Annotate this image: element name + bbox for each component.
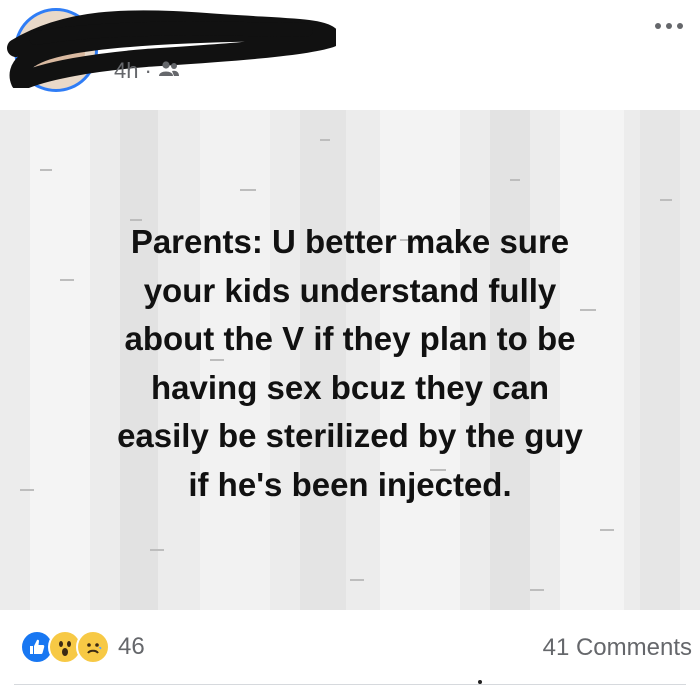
more-dot — [655, 23, 661, 29]
friends-icon[interactable] — [158, 58, 180, 84]
facebook-post: 4h · Parents: U better make sure your ki… — [0, 0, 700, 690]
comments-link[interactable]: 41 Comments — [543, 634, 692, 662]
reaction-count: 46 — [118, 633, 145, 660]
post-image[interactable]: Parents: U better make sure your kids un… — [0, 110, 700, 610]
sad-icon — [76, 630, 110, 664]
more-dot — [666, 23, 672, 29]
image-caption-text: Parents: U better make sure your kids un… — [117, 223, 583, 503]
footer-divider — [14, 684, 686, 685]
divider-dot — [478, 680, 482, 684]
meta-separator: · — [144, 58, 152, 83]
post-meta: 4h · — [114, 58, 180, 84]
more-dot — [677, 23, 683, 29]
post-timestamp[interactable]: 4h — [114, 58, 138, 84]
more-options-icon[interactable] — [648, 14, 690, 38]
reactions-summary[interactable]: 46 — [20, 630, 145, 664]
